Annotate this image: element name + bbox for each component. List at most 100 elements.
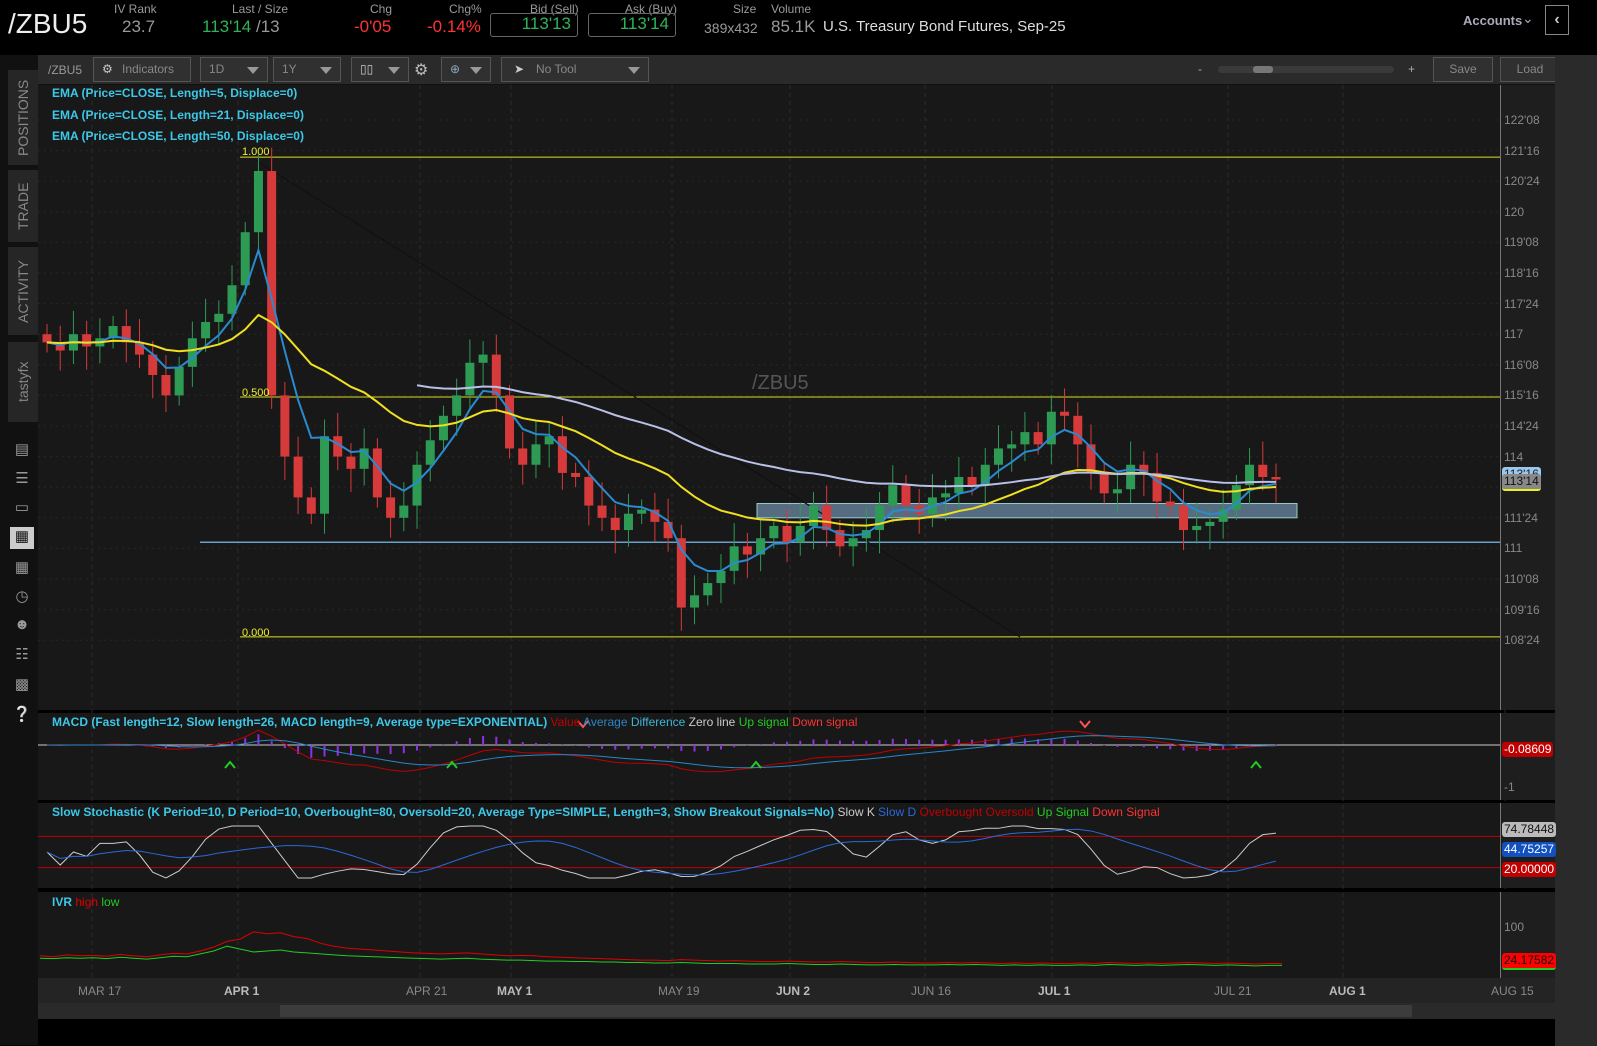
candle-body xyxy=(214,313,224,322)
ema21-legend[interactable]: EMA (Price=CLOSE, Length=21, Displace=0) xyxy=(52,108,304,122)
x-label: JUN 16 xyxy=(911,984,952,998)
candle-body xyxy=(848,538,858,547)
candle-body xyxy=(1258,464,1268,477)
stoch-tag: 44.75257 xyxy=(1502,842,1557,857)
ivr-high-line xyxy=(39,931,1282,965)
candle-body xyxy=(42,334,52,343)
stoch-tag: 74.78448 xyxy=(1502,822,1557,837)
price-tick: 118'16 xyxy=(1504,266,1539,280)
macd-legend[interactable]: MACD (Fast length=12, Slow length=26, MA… xyxy=(52,715,857,729)
candle-body xyxy=(822,505,832,531)
last-price-tag: 113'14 xyxy=(1502,474,1541,491)
chart-canvas xyxy=(38,85,1506,978)
stoch-legend-item[interactable]: Slow K xyxy=(837,805,878,819)
candle-body xyxy=(267,171,277,396)
ema50-legend[interactable]: EMA (Price=CLOSE, Length=50, Displace=0) xyxy=(52,129,304,143)
candle-body xyxy=(280,395,290,457)
candle-body xyxy=(901,485,911,506)
candle-body xyxy=(478,354,488,363)
ivr-title: IVR xyxy=(52,895,73,909)
price-tick: 115'16 xyxy=(1504,388,1539,403)
macd-tick: -1 xyxy=(1504,780,1515,794)
candle-body xyxy=(637,509,647,514)
macd-legend-item[interactable]: Average xyxy=(583,715,631,729)
candle-body xyxy=(293,456,303,498)
candle-body xyxy=(597,505,607,518)
candle-body xyxy=(716,570,726,584)
ema-line-21 xyxy=(46,313,1277,527)
ivr-tag: 24.17582 xyxy=(1502,953,1557,970)
macd-value-tag: -0.08609 xyxy=(1502,742,1554,757)
ivr-legend-item[interactable]: low xyxy=(101,895,119,909)
candle-body xyxy=(584,477,594,506)
candle-body xyxy=(1165,501,1175,506)
price-tick: 111'24 xyxy=(1504,510,1538,525)
candle-body xyxy=(161,375,171,396)
candle-body xyxy=(1007,444,1017,449)
candle-body xyxy=(769,525,779,539)
up-signal-arrow xyxy=(1250,760,1262,769)
stoch-legend[interactable]: Slow Stochastic (K Period=10, D Period=1… xyxy=(52,805,1160,819)
candle-body xyxy=(82,334,92,347)
candle-body xyxy=(531,444,541,465)
candle-body xyxy=(452,395,462,416)
price-tick: 119'08 xyxy=(1504,235,1539,250)
candle-body xyxy=(1192,525,1202,531)
price-tick: 120'24 xyxy=(1504,174,1540,189)
macd-legend-item[interactable]: Up signal xyxy=(739,715,792,729)
support-zone xyxy=(756,503,1298,519)
candle-body xyxy=(1205,521,1215,526)
x-label: JUL 21 xyxy=(1214,984,1252,998)
candle-body xyxy=(320,436,330,514)
x-label: JUN 2 xyxy=(776,984,811,998)
candle-body xyxy=(201,321,211,339)
macd-legend-item[interactable]: Zero line xyxy=(689,715,739,729)
price-tick: 116'08 xyxy=(1504,357,1539,372)
candle-body xyxy=(253,171,263,233)
candle-body xyxy=(386,497,396,518)
candle-body xyxy=(425,440,435,465)
price-tick: 120 xyxy=(1504,204,1525,219)
candle-body xyxy=(346,456,356,469)
x-label: AUG 15 xyxy=(1491,984,1534,998)
fib-label-0: 0.000 xyxy=(242,627,270,639)
candle-body xyxy=(808,505,818,526)
price-tick: 108'24 xyxy=(1504,633,1540,648)
stoch-legend-item[interactable]: Down Signal xyxy=(1092,805,1159,819)
x-label: MAY 1 xyxy=(497,984,533,998)
macd-legend-item[interactable]: Value xyxy=(551,715,583,729)
ivr-legend-item[interactable]: high xyxy=(75,895,101,909)
watermark: /ZBU5 xyxy=(752,372,809,394)
trend-line xyxy=(254,159,1021,638)
candle-body xyxy=(941,493,951,498)
ivr-low-line xyxy=(39,945,1282,967)
price-tick: 121'16 xyxy=(1504,143,1540,158)
stoch-legend-item[interactable]: Oversold xyxy=(986,805,1037,819)
candle-body xyxy=(1033,432,1043,445)
macd-legend-item[interactable]: Difference xyxy=(631,715,689,729)
candle-body xyxy=(571,472,581,477)
candle-body xyxy=(1099,472,1109,494)
x-label: MAR 17 xyxy=(78,984,122,998)
stoch-legend-item[interactable]: Overbought xyxy=(920,805,986,819)
price-tick: 117 xyxy=(1504,327,1524,342)
price-tick: 122'08 xyxy=(1504,113,1540,127)
candle-body xyxy=(742,546,752,555)
macd-legend-item[interactable]: Down signal xyxy=(792,715,857,729)
candle-body xyxy=(1271,477,1281,480)
candle-body xyxy=(1178,505,1188,531)
x-label: APR 21 xyxy=(406,984,448,998)
candle-body xyxy=(1020,432,1030,445)
stoch-legend-item[interactable]: Up Signal xyxy=(1037,805,1092,819)
candle-body xyxy=(623,513,633,531)
price-tick: 114'24 xyxy=(1504,419,1539,433)
stoch-legend-item[interactable]: Slow D xyxy=(878,805,919,819)
ivr-legend[interactable]: IVR high low xyxy=(52,895,119,909)
candle-body xyxy=(782,525,792,543)
candle-body xyxy=(557,436,567,473)
stoch-tag: 20.00000 xyxy=(1502,862,1557,877)
candle-body xyxy=(1112,489,1122,494)
candle-body xyxy=(993,448,1003,465)
ema5-legend[interactable]: EMA (Price=CLOSE, Length=5, Displace=0) xyxy=(52,86,297,100)
down-signal-arrow xyxy=(1079,720,1091,729)
